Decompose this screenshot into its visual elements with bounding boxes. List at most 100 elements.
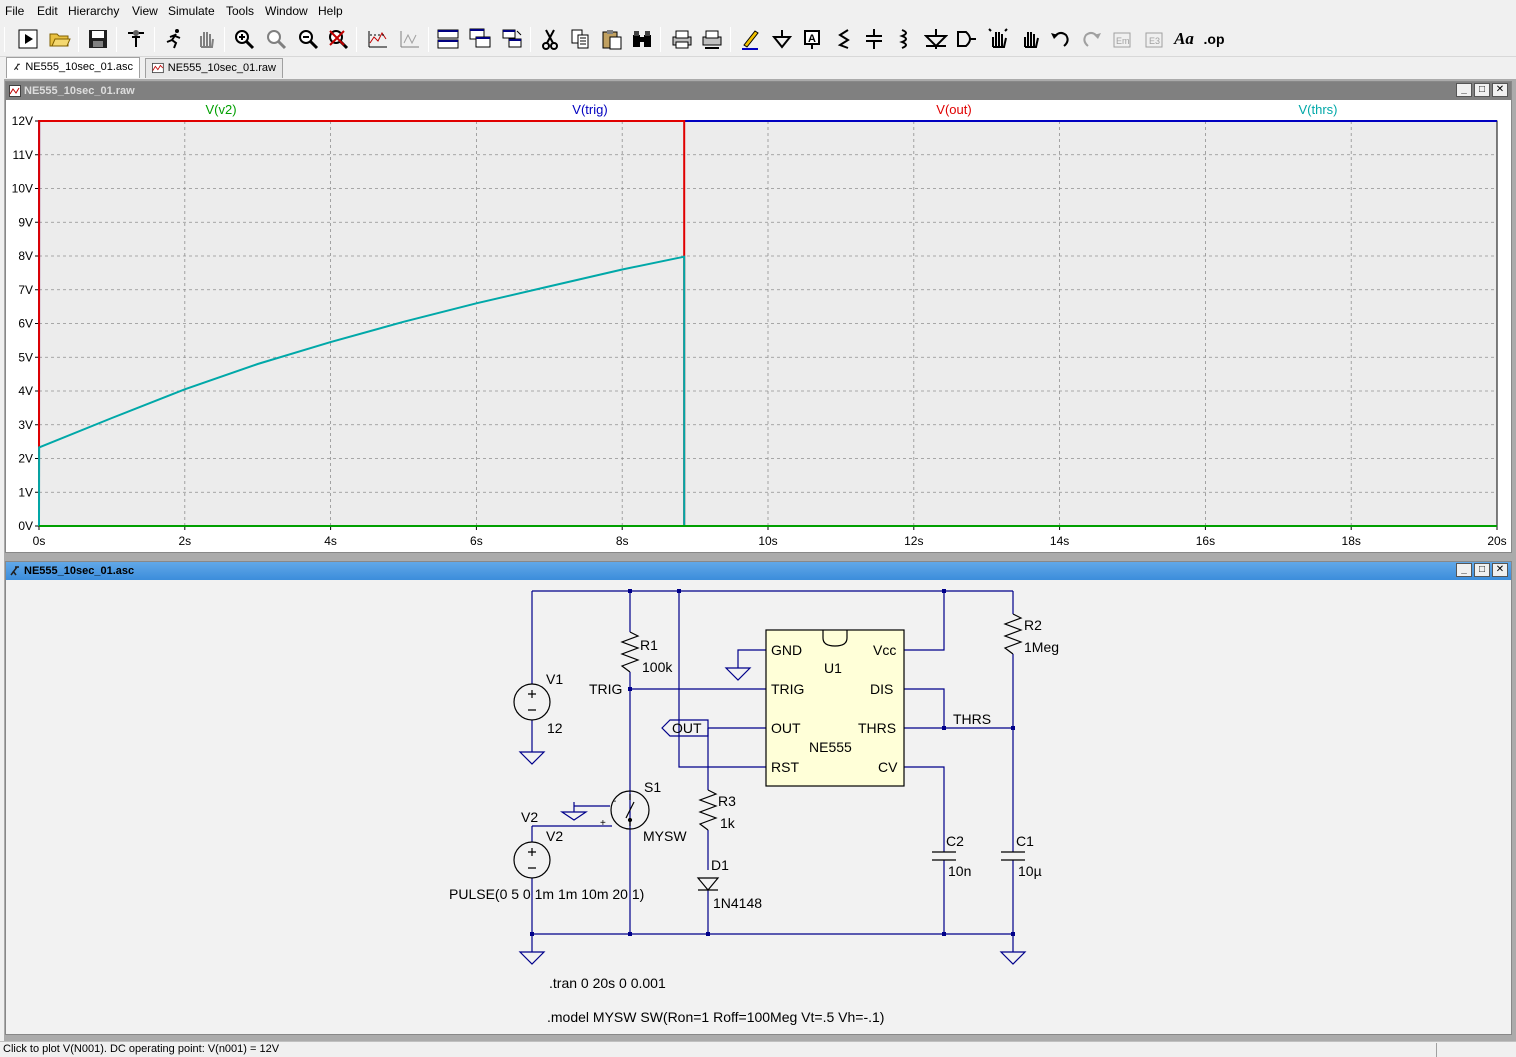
x-tick-label: 12s — [904, 534, 923, 548]
x-tick-label: 6s — [470, 534, 483, 548]
schematic-window-title[interactable]: NE555_10sec_01.asc — [6, 562, 1511, 580]
r1-value: 100k — [642, 659, 673, 675]
maximize-button[interactable]: □ — [1474, 83, 1490, 97]
y-tick-label: 5V — [18, 350, 33, 364]
inductor-icon[interactable] — [890, 25, 918, 53]
zoom-full-icon[interactable] — [262, 25, 290, 53]
new-schematic-icon[interactable] — [14, 25, 42, 53]
toolbar-separator — [154, 27, 155, 52]
move-hand-icon[interactable] — [984, 25, 1012, 53]
component-icon[interactable] — [952, 25, 980, 53]
y-tick-label: 7V — [18, 283, 33, 297]
close-button[interactable]: ✕ — [1492, 83, 1508, 97]
zoom-cancel-icon[interactable] — [324, 25, 352, 53]
waveform-plot[interactable]: 0s 2s 4s 6s 8s 10s 12s 14s 16s 18s 20s 0V 1V 2V 3V 4V 5V… — [6, 100, 1511, 552]
svg-text:Em: Em — [1116, 36, 1130, 46]
pin-gnd: GND — [771, 642, 802, 658]
rotate-icon[interactable]: Em — [1108, 25, 1136, 53]
menu-window[interactable]: Window — [265, 4, 308, 18]
directive-model[interactable]: .model MYSW SW(Ron=1 Roff=100Meg Vt=.5 V… — [547, 1009, 884, 1025]
open-folder-icon[interactable] — [46, 25, 74, 53]
minimize-button[interactable]: _ — [1456, 83, 1472, 97]
minimize-button[interactable]: _ — [1456, 563, 1472, 577]
mirror-icon[interactable]: E3 — [1140, 25, 1168, 53]
zoom-in-icon[interactable] — [230, 25, 258, 53]
waveform-window[interactable]: NE555_10sec_01.raw _ □ ✕ 0s 2s 4s 6s 8s 10s 12… — [5, 81, 1512, 553]
tab-schematic[interactable]: NE555_10sec_01.asc — [6, 57, 140, 78]
ground-icon[interactable] — [768, 25, 796, 53]
legend-vthrs: V(thrs) — [1299, 102, 1338, 117]
x-tick-label: 0s — [33, 534, 46, 548]
schematic-drawing[interactable]: R1 100k R2 1Meg R3 1k C1 10µ C2 10n V1 1… — [6, 580, 1511, 1034]
close-button[interactable]: ✕ — [1492, 563, 1508, 577]
menu-file[interactable]: File — [5, 4, 24, 18]
pin-cv: CV — [878, 759, 898, 775]
y-tick-label: 9V — [18, 215, 33, 229]
print-icon[interactable] — [668, 25, 696, 53]
tile-vertical-icon[interactable] — [498, 25, 526, 53]
menu-tools[interactable]: Tools — [226, 4, 254, 18]
spice-directive-icon[interactable]: .op — [1200, 25, 1228, 53]
copy-icon[interactable] — [566, 25, 594, 53]
find-binoculars-icon[interactable] — [628, 25, 656, 53]
undo-icon[interactable] — [1046, 25, 1074, 53]
c1-name: C1 — [1016, 833, 1034, 849]
tab-label: NE555_10sec_01.raw — [167, 62, 276, 74]
schematic-window[interactable]: NE555_10sec_01.asc _ □ ✕ R1 100k R2 1Meg… — [5, 561, 1512, 1035]
schematic-canvas[interactable]: R1 100k R2 1Meg R3 1k C1 10µ C2 10n V1 1… — [6, 580, 1511, 1034]
waveform-window-title[interactable]: NE555_10sec_01.raw — [6, 82, 1511, 100]
label-net-icon[interactable]: A — [798, 25, 826, 53]
toolbar-separator — [224, 27, 225, 52]
save-icon[interactable] — [84, 25, 112, 53]
r2-value: 1Meg — [1024, 639, 1059, 655]
schematic-labels: R1 100k R2 1Meg R3 1k C1 10µ C2 10n V1 1… — [449, 617, 1059, 1025]
y-tick-label: 12V — [12, 114, 33, 128]
redo-icon[interactable] — [1078, 25, 1106, 53]
menu-view[interactable]: View — [132, 4, 158, 18]
autorange-icon[interactable] — [364, 25, 392, 53]
c1-value: 10µ — [1018, 863, 1042, 879]
maximize-button[interactable]: □ — [1474, 563, 1490, 577]
toolbar: A Em E3 Aa .op — [0, 22, 1516, 57]
plot-settings-icon[interactable] — [396, 25, 424, 53]
menu-hierarchy[interactable]: Hierarchy — [68, 4, 119, 18]
toolbar-separator — [116, 27, 117, 52]
pin-out: OUT — [771, 720, 801, 736]
run-icon[interactable] — [160, 25, 188, 53]
zoom-out-icon[interactable] — [294, 25, 322, 53]
diode-icon[interactable] — [922, 25, 950, 53]
v1-value: 12 — [547, 720, 563, 736]
text-icon[interactable]: Aa — [1170, 25, 1198, 53]
menu-edit[interactable]: Edit — [37, 4, 58, 18]
draw-wire-pencil-icon[interactable] — [736, 25, 764, 53]
x-tick-label: 10s — [758, 534, 777, 548]
document-tabs: NE555_10sec_01.asc NE555_10sec_01.raw — [0, 57, 1516, 79]
voltage-sources — [513, 683, 551, 879]
status-bar: Click to plot V(N001). DC operating poin… — [0, 1041, 1516, 1057]
toolbar-separator — [660, 27, 661, 52]
x-tick-label: 14s — [1050, 534, 1069, 548]
paste-icon[interactable] — [598, 25, 626, 53]
legend-vv2: V(v2) — [205, 102, 236, 117]
tile-horizontal-icon[interactable] — [434, 25, 462, 53]
resistor-icon[interactable] — [830, 25, 858, 53]
menu-simulate[interactable]: Simulate — [168, 4, 215, 18]
pin-thrs: THRS — [858, 720, 896, 736]
drag-hand-icon[interactable] — [1016, 25, 1044, 53]
cascade-icon[interactable] — [466, 25, 494, 53]
net-trig-label: TRIG — [589, 681, 622, 697]
u1-name: U1 — [824, 660, 842, 676]
control-panel-icon[interactable] — [122, 25, 150, 53]
directive-tran[interactable]: .tran 0 20s 0 0.001 — [549, 975, 666, 991]
halt-hand-icon[interactable] — [192, 25, 220, 53]
toolbar-separator — [428, 27, 429, 52]
v2-name: V2 — [546, 828, 563, 844]
menu-bar: File Edit Hierarchy View Simulate Tools … — [0, 0, 1516, 22]
capacitor-icon[interactable] — [860, 25, 888, 53]
cut-icon[interactable] — [536, 25, 564, 53]
d1-name: D1 — [711, 857, 729, 873]
tab-waveform[interactable]: NE555_10sec_01.raw — [145, 58, 283, 78]
plot-area[interactable]: 0s 2s 4s 6s 8s 10s 12s 14s 16s 18s 20s 0V 1V 2V 3V 4V 5V… — [6, 100, 1511, 552]
print-setup-icon[interactable] — [698, 25, 726, 53]
menu-help[interactable]: Help — [318, 4, 343, 18]
